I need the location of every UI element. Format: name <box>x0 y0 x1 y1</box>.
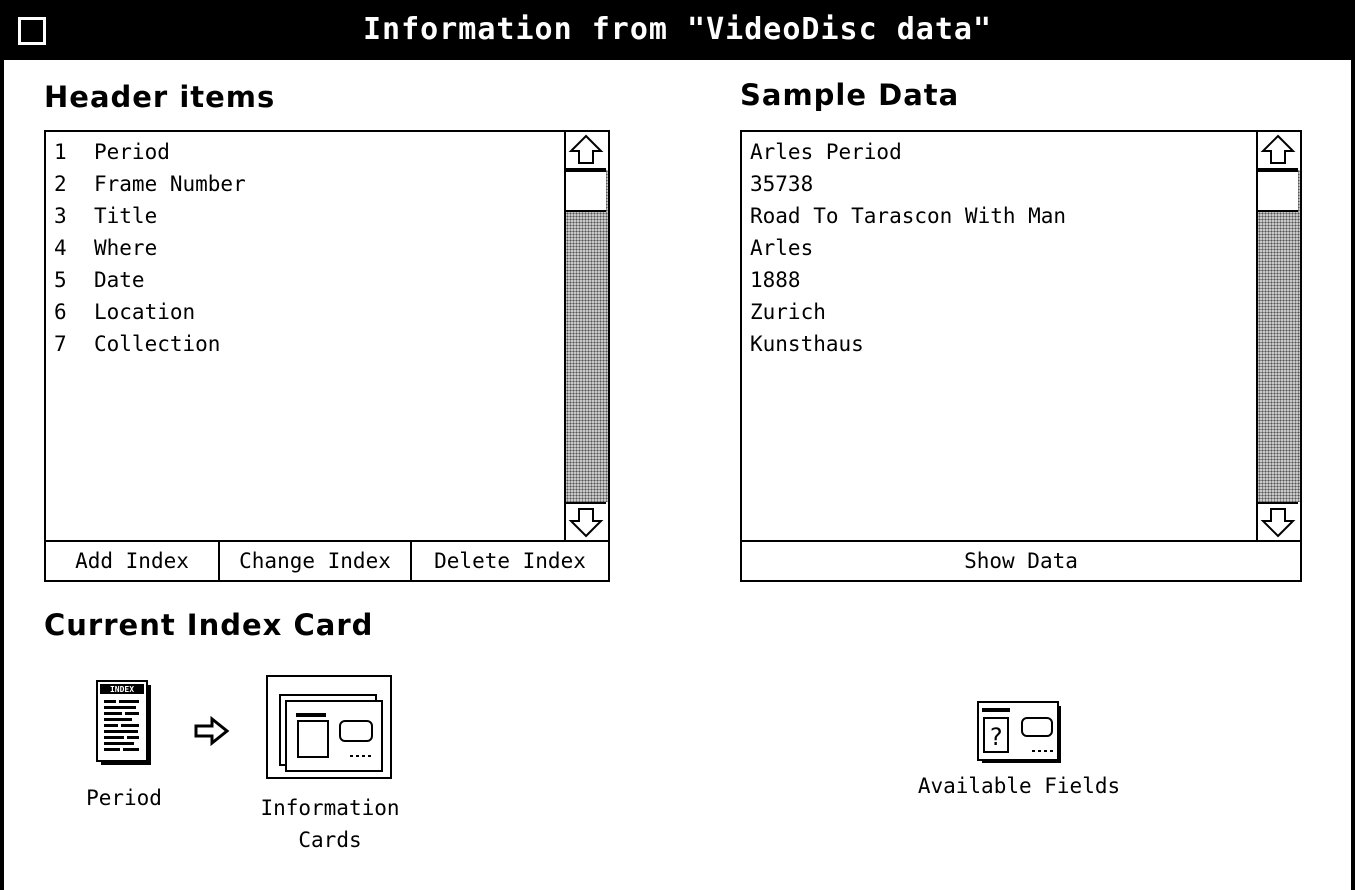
index-icon-text: INDEX <box>110 685 134 694</box>
scroll-up-arrow-icon[interactable] <box>1258 132 1298 170</box>
delete-index-button[interactable]: Delete Index <box>410 542 608 580</box>
list-item[interactable]: 7 Collection <box>54 328 246 360</box>
list-item[interactable]: 3 Title <box>54 200 246 232</box>
list-item[interactable]: 4 Where <box>54 232 246 264</box>
sample-data-rows: Arles Period 35738 Road To Tarascon With… <box>750 136 1066 360</box>
add-index-button[interactable]: Add Index <box>46 542 218 580</box>
list-item: 1888 <box>750 268 801 292</box>
title-bar[interactable]: Information from "VideoDisc data" <box>4 0 1351 60</box>
change-index-button[interactable]: Change Index <box>218 542 410 580</box>
show-data-button[interactable]: Show Data <box>742 542 1300 580</box>
sample-data-list[interactable]: Arles Period 35738 Road To Tarascon With… <box>740 130 1302 542</box>
list-item: Arles Period <box>750 140 902 164</box>
scroll-thumb[interactable] <box>1258 170 1298 212</box>
info-window: Information from "VideoDisc data" Header… <box>0 0 1355 890</box>
header-items-list[interactable]: 1 Period 2 Frame Number 3 Title 4 Where 5 Dat… <box>44 130 610 542</box>
index-document-icon[interactable]: INDEX <box>94 678 154 766</box>
list-item[interactable]: 2 Frame Number <box>54 168 246 200</box>
sample-data-scrollbar[interactable] <box>1256 132 1300 540</box>
sample-data-heading: Sample Data <box>740 78 960 112</box>
scroll-up-arrow-icon[interactable] <box>566 132 606 170</box>
list-item[interactable]: 6 Location <box>54 296 246 328</box>
index-label: Period <box>86 786 162 810</box>
list-item: Arles <box>750 236 814 260</box>
question-mark-icon: ? <box>989 723 1003 751</box>
list-item[interactable]: 5 Date <box>54 264 246 296</box>
scroll-thumb[interactable] <box>566 170 606 212</box>
list-item[interactable]: 1 Period <box>54 136 246 168</box>
index-button-bar: Add Index Change Index Delete Index <box>44 540 610 582</box>
window-title: Information from "VideoDisc data" <box>362 12 993 47</box>
show-data-bar: Show Data <box>740 540 1302 582</box>
current-index-card-heading: Current Index Card <box>44 608 374 642</box>
right-arrow-icon <box>192 715 232 747</box>
information-cards-label: Information Cards <box>260 796 400 852</box>
list-item: Zurich <box>750 300 826 324</box>
available-fields-label: Available Fields <box>917 774 1121 798</box>
scroll-down-arrow-icon[interactable] <box>1258 502 1298 540</box>
available-fields-icon[interactable]: ? <box>976 700 1062 764</box>
scroll-down-arrow-icon[interactable] <box>566 502 606 540</box>
information-cards-icon[interactable] <box>266 675 392 779</box>
scroll-track[interactable] <box>566 170 608 502</box>
list-item: 35738 <box>750 172 814 196</box>
header-items-rows: 1 Period 2 Frame Number 3 Title 4 Where 5 Dat… <box>54 136 246 360</box>
header-items-heading: Header items <box>44 80 276 114</box>
list-item: Road To Tarascon With Man <box>750 204 1067 228</box>
header-items-scrollbar[interactable] <box>564 132 608 540</box>
list-item: Kunsthaus <box>750 332 864 356</box>
scroll-track[interactable] <box>1258 170 1300 502</box>
